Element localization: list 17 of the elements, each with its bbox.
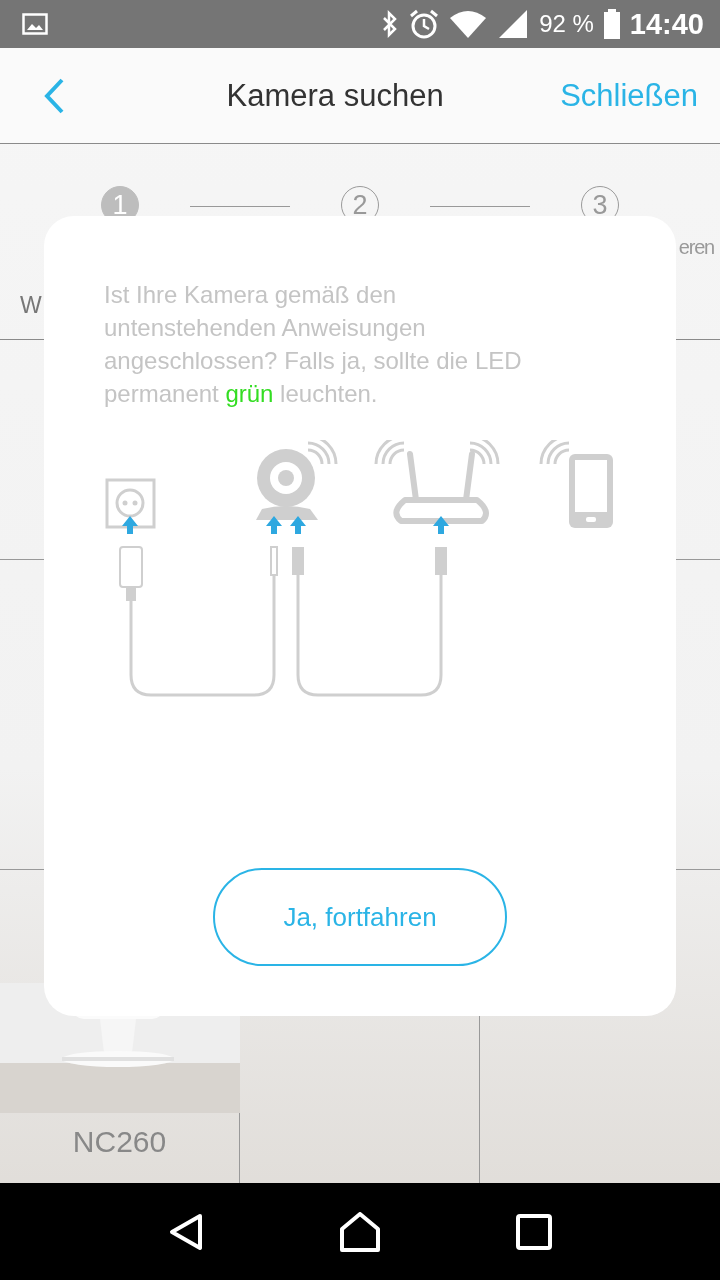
home-icon[interactable]: [339, 1211, 381, 1252]
back-icon[interactable]: [167, 1212, 204, 1251]
recents-icon[interactable]: [516, 1213, 553, 1250]
gallery-icon: [22, 13, 48, 35]
dialog-message: Ist Ihre Kamera gemäß den untenstehenden Anweisungen angeschlossen? Falls ja, sollte die LED permanent grün leuchten.: [104, 280, 523, 409]
battery-icon: [603, 9, 620, 39]
signal-icon: [497, 9, 530, 39]
page-title: Kamera suchen: [225, 77, 445, 114]
battery-percentage: 92 %: [539, 10, 594, 38]
step-label: eren: [678, 236, 714, 259]
alarm-icon: [409, 9, 440, 39]
close-button[interactable]: Schließen: [560, 77, 698, 114]
clock-time: 14:40: [629, 7, 704, 41]
wifi-icon: [449, 9, 488, 39]
continue-button[interactable]: Ja, fortfahren: [213, 868, 507, 966]
camera-model-label: NC260: [72, 1125, 167, 1159]
instruction-text: W: [20, 292, 42, 319]
